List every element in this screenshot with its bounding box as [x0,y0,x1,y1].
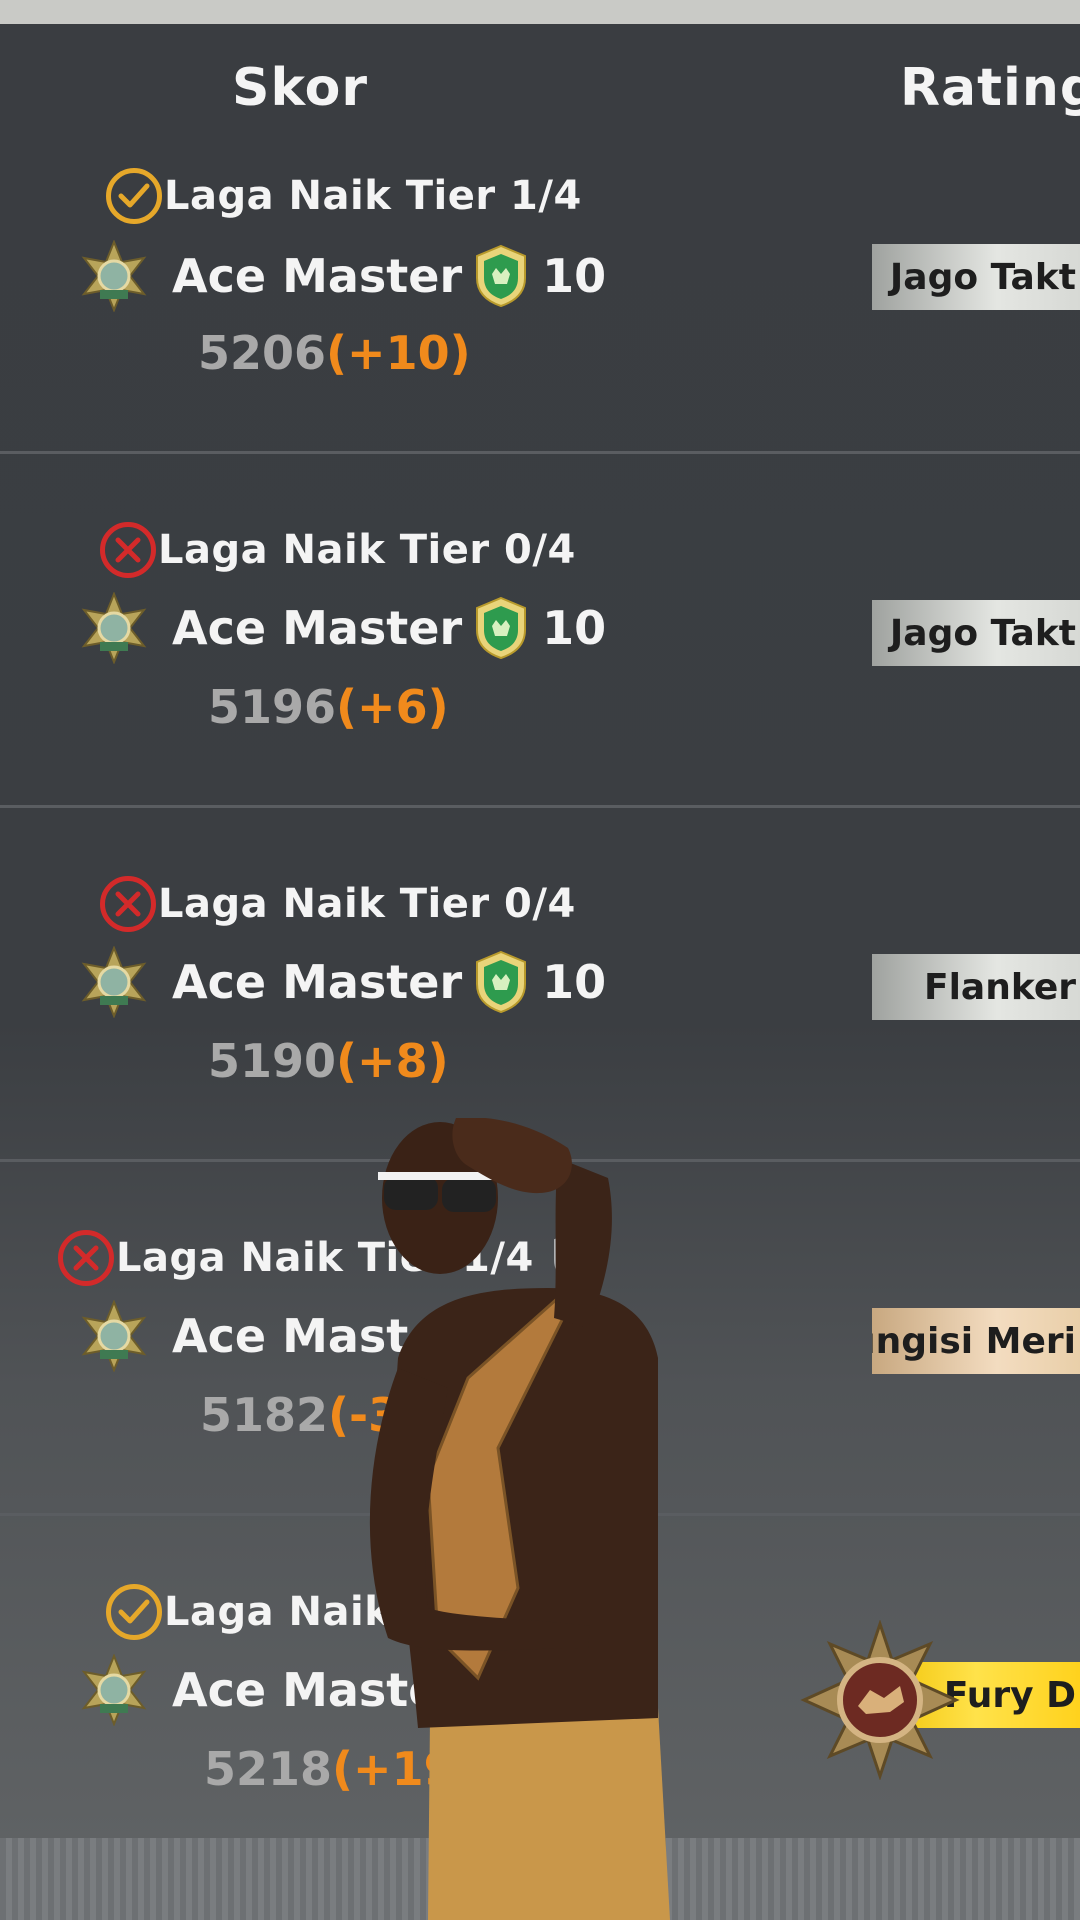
cross-icon [100,522,156,578]
check-icon [106,1584,162,1640]
match-row[interactable]: Laga Naik Tier 0/4 Ace Master 10 5190 (+… [0,808,1080,1162]
rank-line: Ace Master 10 [78,592,606,664]
tier-status: Laga Naik Tier 0/4 [100,876,576,932]
score-value: 5196 [208,680,337,734]
score-value: 5218 [204,1742,333,1796]
cross-icon [100,876,156,932]
rating-tag: ıngisi Meri [872,1308,1080,1374]
tier-status: Laga Naik Tier 0/4 [100,522,576,578]
rank-level: 10 [542,601,607,655]
tier-status-label: Laga Naik Tier 0/4 [158,527,576,573]
shield-icon [476,596,527,660]
rank-level: 10 [542,955,607,1009]
shield-icon [476,950,527,1014]
pointing-person-image [369,1118,670,1920]
check-icon [106,168,162,224]
rank-level: 10 [542,249,607,303]
score-delta: (+6) [336,680,449,734]
ace-master-badge-icon [81,1300,147,1372]
tier-status-label: Laga Naik Tier 1/4 [164,173,582,219]
match-row[interactable]: Laga Naik Tier 0/4 Ace Master 10 5196 (+… [0,454,1080,808]
rank-line: Ace Master 10 [78,946,606,1018]
score-delta: (+8) [336,1034,449,1088]
tier-status: Laga Naik Tier 1/4 [106,168,582,224]
tier-status-label: Laga Naik Tier 0/4 [158,881,576,927]
mvp-emblem-icon [800,1620,960,1780]
top-bar [0,0,1080,24]
rank-name: Ace Master [172,249,463,303]
score-value: 5190 [208,1034,337,1088]
score-value: 5206 [198,326,327,380]
score-value: 5182 [200,1388,329,1442]
cross-icon [58,1230,114,1286]
score-line: 5190 (+8) [208,1034,449,1088]
score-line: 5206 (+10) [198,326,471,380]
rating-tag: Jago Takt [872,244,1080,310]
ace-master-badge-icon [81,946,147,1018]
shield-icon [476,244,527,308]
rating-tag: Jago Takt [872,600,1080,666]
rank-name: Ace Master [172,601,463,655]
score-delta: (+10) [326,326,471,380]
score-line: 5196 (+6) [208,680,449,734]
match-row[interactable]: Laga Naik Tier 1/4 Ace Master 10 5206 (+… [0,100,1080,454]
ace-master-badge-icon [81,240,147,312]
ace-master-badge-icon [81,592,147,664]
rank-line: Ace Master 10 [78,240,606,312]
rank-name: Ace Master [172,955,463,1009]
rating-tag: Flanker [872,954,1080,1020]
ace-master-badge-icon [81,1654,147,1726]
